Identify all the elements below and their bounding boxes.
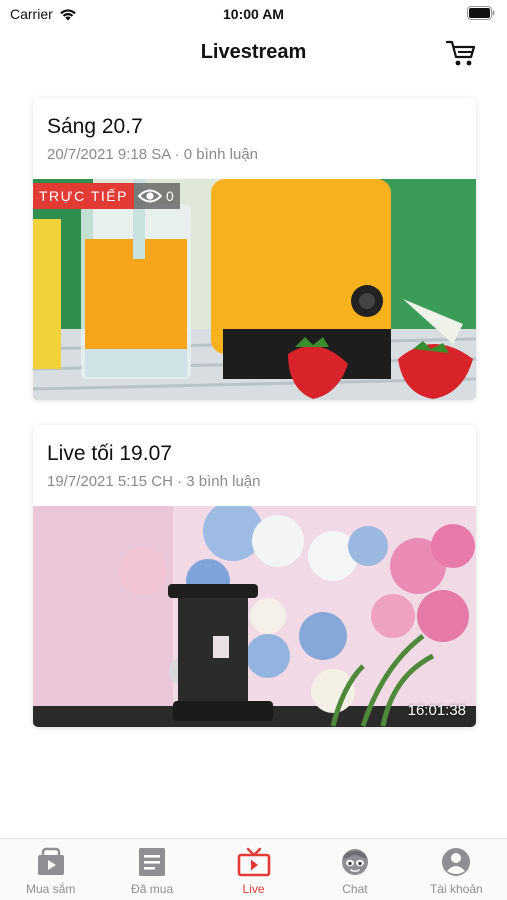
tab-tai-khoan[interactable]: Tài khoản xyxy=(406,839,507,900)
live-label: TRỰC TIẾP xyxy=(33,183,134,209)
viewer-count-value: 0 xyxy=(165,188,174,204)
tab-mua-sam[interactable]: Mua sắm xyxy=(0,839,101,900)
stream-card-live[interactable]: Sáng 20.7 20/7/2021 9:18 SA · 0 bình luậ… xyxy=(33,98,476,400)
page-title: Livestream xyxy=(200,41,307,63)
tab-bar: Mua sắm Đã mua Live Chat Tài khoản xyxy=(0,838,507,900)
tab-label: Tài khoản xyxy=(429,882,483,896)
chat-face-icon xyxy=(338,846,372,878)
juice-thumbnail-image xyxy=(33,179,476,400)
live-badge: TRỰC TIẾP 0 xyxy=(33,183,180,209)
tab-label: Live xyxy=(242,882,265,896)
account-icon xyxy=(439,846,473,878)
tab-label: Mua sắm xyxy=(26,882,76,896)
shopping-video-icon xyxy=(34,846,68,878)
battery-icon xyxy=(467,6,495,20)
stream-thumbnail[interactable]: 16:01:38 xyxy=(33,506,476,727)
nav-bar: Livestream xyxy=(0,28,507,78)
status-bar: Carrier 10:00 AM xyxy=(0,0,507,28)
tv-live-icon xyxy=(237,846,271,878)
stream-title: Sáng 20.7 xyxy=(47,115,143,138)
stream-thumbnail[interactable]: TRỰC TIẾP 0 xyxy=(33,179,476,400)
document-icon xyxy=(135,846,169,878)
eye-icon xyxy=(137,189,162,203)
viewer-count: 0 xyxy=(133,183,180,209)
tab-chat[interactable]: Chat xyxy=(304,839,405,900)
stream-card-recorded[interactable]: Live tối 19.07 19/7/2021 5:15 CH · 3 bìn… xyxy=(33,425,476,727)
stream-title: Live tối 19.07 xyxy=(47,442,172,465)
status-time: 10:00 AM xyxy=(223,6,284,22)
cart-icon[interactable] xyxy=(445,38,477,68)
tab-label: Đã mua xyxy=(131,882,174,896)
stream-meta: 20/7/2021 9:18 SA · 0 bình luận xyxy=(47,146,259,163)
tab-da-mua[interactable]: Đã mua xyxy=(101,839,202,900)
flowers-thumbnail-image xyxy=(33,506,476,727)
tab-live[interactable]: Live xyxy=(203,839,304,900)
stream-meta: 19/7/2021 5:15 CH · 3 bình luận xyxy=(47,473,261,490)
tab-label: Chat xyxy=(342,882,368,896)
stream-duration: 16:01:38 xyxy=(407,702,466,719)
